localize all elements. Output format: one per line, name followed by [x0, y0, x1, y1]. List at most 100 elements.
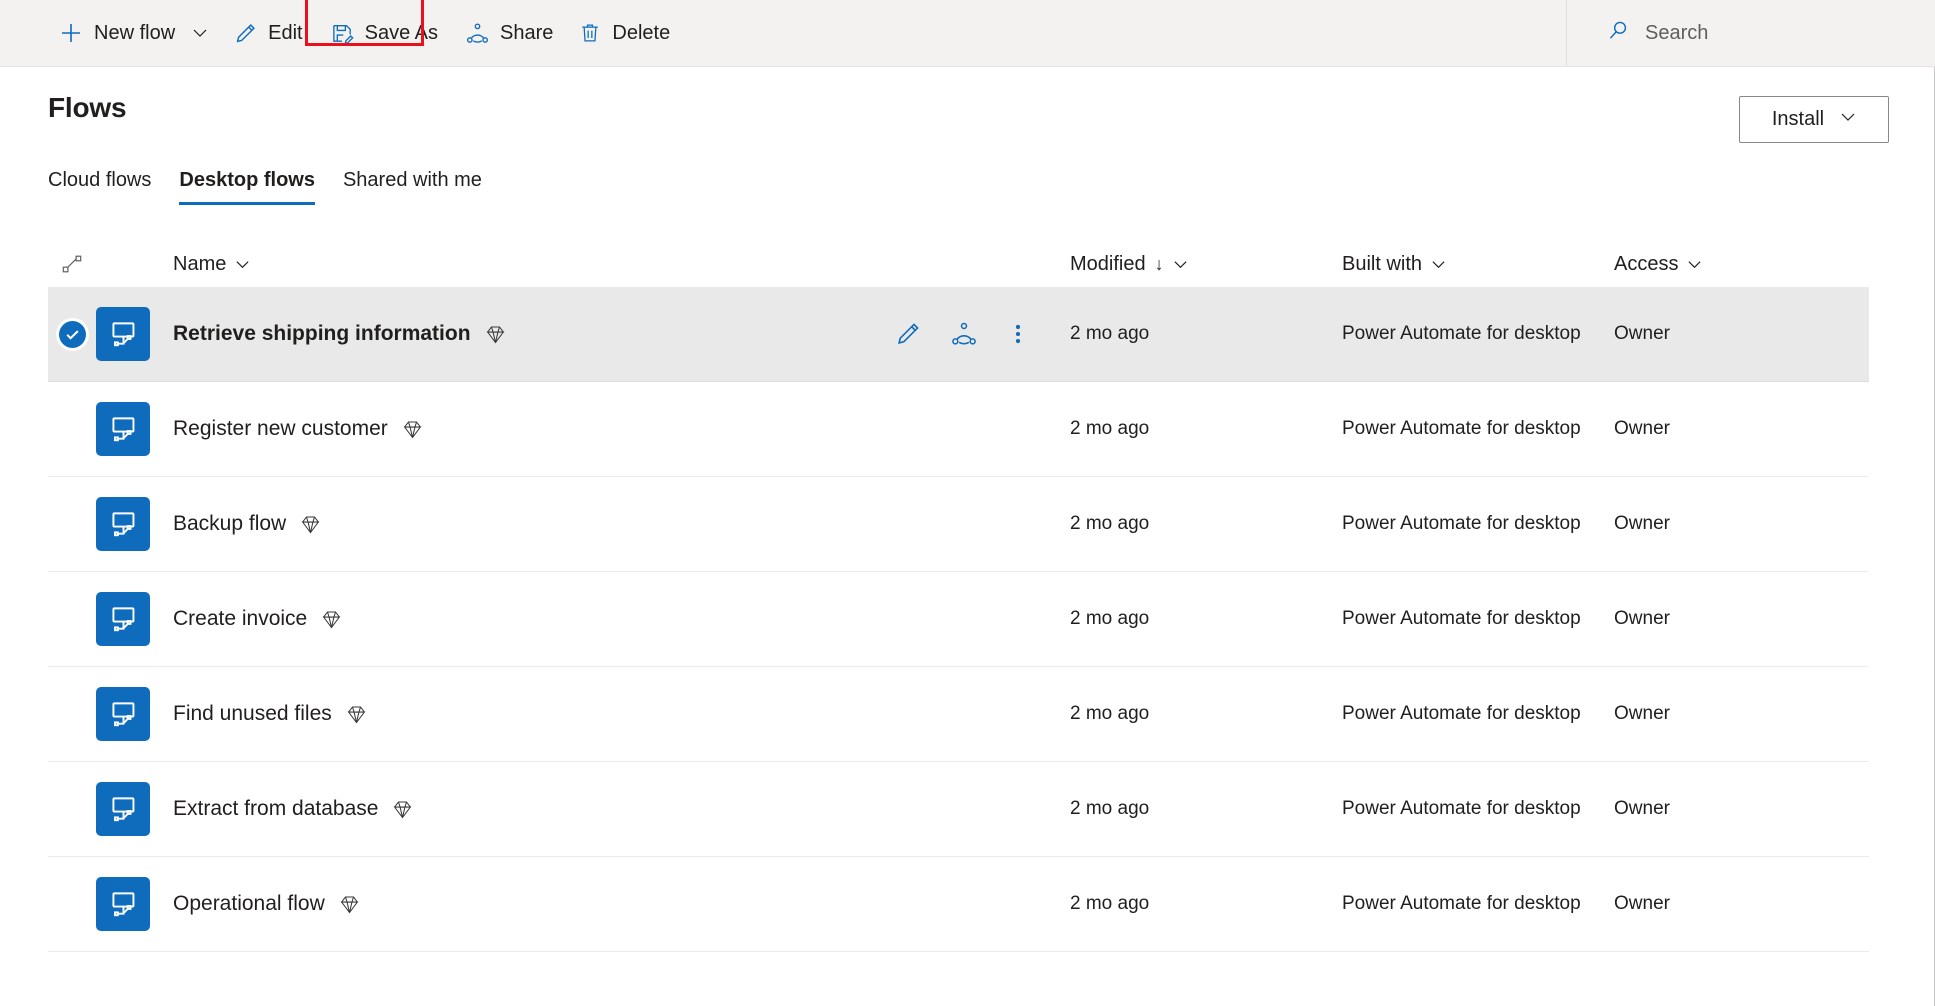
- page-header: Flows Install: [0, 67, 1935, 143]
- row-name-cell[interactable]: Retrieve shipping information: [173, 322, 895, 346]
- premium-diamond-icon: [392, 799, 413, 820]
- row-built-with: Power Automate for desktop: [1342, 418, 1581, 439]
- search-icon: [1607, 19, 1630, 48]
- chevron-down-icon: [192, 25, 208, 41]
- desktop-flow-icon: [96, 497, 150, 551]
- chevron-down-icon: [235, 257, 250, 272]
- new-flow-button[interactable]: New flow: [46, 10, 221, 57]
- row-modified: 2 mo ago: [1070, 323, 1150, 344]
- share-button[interactable]: Share: [453, 10, 566, 57]
- flow-name: Extract from database: [173, 797, 379, 820]
- row-name-cell[interactable]: Create invoice: [173, 607, 895, 631]
- column-header-access[interactable]: Access: [1614, 253, 1869, 276]
- row-access: Owner: [1614, 418, 1670, 439]
- row-modified: 2 mo ago: [1070, 418, 1150, 439]
- table-row[interactable]: Find unused files 2 mo ago Power Automate …: [48, 667, 1869, 762]
- column-header-name[interactable]: Name: [173, 253, 895, 276]
- table-row[interactable]: Create invoice 2 mo ago Power Automate for…: [48, 572, 1869, 667]
- row-actions-cell: [895, 321, 1070, 347]
- row-icon-cell: [96, 877, 173, 931]
- search-placeholder: Search: [1645, 21, 1709, 44]
- table-row[interactable]: Register new customer 2 mo ago Power Autom…: [48, 382, 1869, 477]
- table-row[interactable]: Operational flow 2 mo ago Power Automate f…: [48, 857, 1869, 952]
- search-input[interactable]: Search: [1607, 19, 1708, 48]
- row-name-cell[interactable]: Extract from database: [173, 797, 895, 821]
- tab-label: Shared with me: [342, 169, 482, 191]
- flow-name: Create invoice: [173, 607, 308, 630]
- flow-name: Backup flow: [173, 512, 287, 535]
- row-select-cell: [48, 320, 96, 348]
- edit-button[interactable]: Edit: [221, 10, 315, 57]
- search-area: Search: [1566, 0, 1935, 66]
- flows-rows: Retrieve shipping information 2 mo ago Pow…: [0, 287, 1935, 952]
- row-access: Owner: [1614, 703, 1670, 724]
- sort-descending-icon: ↓: [1154, 253, 1164, 274]
- tab-cloud-flows[interactable]: Cloud flows: [34, 169, 165, 205]
- tab-list: Cloud flows Desktop flows Shared with me: [0, 163, 1935, 205]
- row-name-cell[interactable]: Backup flow: [173, 512, 895, 536]
- row-icon-cell: [96, 307, 173, 361]
- column-header-name-label: Name: [173, 252, 227, 275]
- row-name-cell[interactable]: Register new customer: [173, 417, 895, 441]
- row-checkbox-checked[interactable]: [58, 320, 86, 348]
- column-header-built-with[interactable]: Built with: [1342, 253, 1614, 276]
- chevron-down-icon: [1687, 257, 1702, 272]
- desktop-flow-icon: [96, 307, 150, 361]
- row-built-with: Power Automate for desktop: [1342, 323, 1581, 344]
- chevron-down-icon: [1840, 108, 1856, 131]
- row-share-icon[interactable]: [951, 321, 977, 347]
- row-access: Owner: [1614, 893, 1670, 914]
- row-icon-cell: [96, 782, 173, 836]
- edit-label: Edit: [268, 21, 303, 44]
- tab-label: Cloud flows: [48, 169, 152, 191]
- share-label: Share: [500, 21, 554, 44]
- flow-grip-icon: [48, 253, 96, 275]
- row-modified: 2 mo ago: [1070, 893, 1150, 914]
- premium-diamond-icon: [339, 894, 360, 915]
- table-header-row: Name Modified ↓ Built with Access: [48, 241, 1869, 287]
- row-built-with: Power Automate for desktop: [1342, 798, 1581, 819]
- row-built-with: Power Automate for desktop: [1342, 608, 1581, 629]
- row-modified: 2 mo ago: [1070, 798, 1150, 819]
- table-row[interactable]: Extract from database 2 mo ago Power Autom…: [48, 762, 1869, 857]
- row-more-icon[interactable]: [1007, 321, 1029, 347]
- flow-name: Retrieve shipping information: [173, 322, 471, 345]
- tab-label: Desktop flows: [179, 169, 315, 191]
- flows-list: Name Modified ↓ Built with Access Retrie…: [0, 241, 1935, 952]
- table-row[interactable]: Retrieve shipping information 2 mo ago Pow…: [48, 287, 1869, 382]
- page-title: Flows: [48, 92, 127, 123]
- row-edit-icon[interactable]: [895, 321, 921, 347]
- install-button[interactable]: Install: [1739, 96, 1889, 143]
- row-modified: 2 mo ago: [1070, 703, 1150, 724]
- tab-shared-with-me[interactable]: Shared with me: [329, 169, 496, 205]
- share-icon: [466, 22, 489, 45]
- flows-page: New flow Edit Save As Share Delete Searc…: [0, 0, 1935, 1006]
- flow-name: Register new customer: [173, 417, 388, 440]
- column-header-modified[interactable]: Modified ↓: [1070, 253, 1342, 276]
- row-access: Owner: [1614, 323, 1670, 344]
- row-built-with: Power Automate for desktop: [1342, 703, 1581, 724]
- save-as-wrapper: Save As: [304, 0, 451, 57]
- column-header-built-with-label: Built with: [1342, 252, 1423, 275]
- row-name-cell[interactable]: Operational flow: [173, 892, 895, 916]
- row-modified: 2 mo ago: [1070, 608, 1150, 629]
- row-built-with: Power Automate for desktop: [1342, 893, 1581, 914]
- install-label: Install: [1771, 108, 1825, 130]
- flow-name: Find unused files: [173, 702, 332, 725]
- new-flow-label: New flow: [94, 21, 176, 44]
- desktop-flow-icon: [96, 592, 150, 646]
- save-as-button[interactable]: Save As: [318, 10, 451, 57]
- plus-icon: [59, 21, 83, 45]
- delete-button[interactable]: Delete: [566, 10, 683, 57]
- chevron-down-icon: [1173, 257, 1188, 272]
- premium-diamond-icon: [321, 609, 342, 630]
- tab-desktop-flows[interactable]: Desktop flows: [165, 169, 329, 205]
- row-access: Owner: [1614, 513, 1670, 534]
- row-access: Owner: [1614, 798, 1670, 819]
- table-row[interactable]: Backup flow 2 mo ago Power Automate for de…: [48, 477, 1869, 572]
- premium-diamond-icon: [485, 324, 506, 345]
- row-icon-cell: [96, 497, 173, 551]
- desktop-flow-icon: [96, 877, 150, 931]
- row-icon-cell: [96, 687, 173, 741]
- row-name-cell[interactable]: Find unused files: [173, 702, 895, 726]
